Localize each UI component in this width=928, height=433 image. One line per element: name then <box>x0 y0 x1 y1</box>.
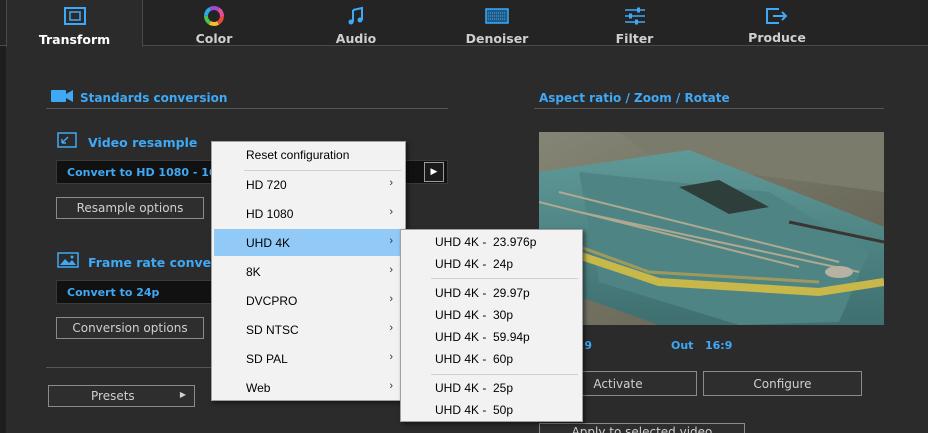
tab-label: Produce <box>748 30 806 45</box>
chevron-right-icon: › <box>389 380 393 392</box>
menu-item-web[interactable]: Web › <box>214 374 403 401</box>
configure-button[interactable]: Configure <box>703 371 862 396</box>
submenu-item-label: UHD 4K - 25p <box>435 381 514 395</box>
tab-label: Transform <box>38 32 111 47</box>
preset-context-menu: Reset configuration HD 720 › HD 1080 › U… <box>211 141 406 401</box>
out-aspect-value: 16:9 <box>705 339 733 352</box>
submenu-item[interactable]: UHD 4K - 50p <box>403 399 580 421</box>
sliders-icon <box>623 4 647 27</box>
frame-rate-select[interactable]: Convert to 24p <box>56 280 212 304</box>
chevron-right-icon: › <box>389 293 393 305</box>
submenu-item[interactable]: UHD 4K - 29.97p <box>403 282 580 304</box>
resize-icon <box>57 132 77 152</box>
chevron-right-icon: › <box>389 235 393 247</box>
menu-item-label: DVCPRO <box>246 293 298 308</box>
submenu-item-label: UHD 4K - 30p <box>435 308 514 322</box>
menu-item-label: 8K <box>246 264 261 279</box>
presets-label: Presets <box>91 389 135 403</box>
video-resample-arrow-button[interactable]: ▶ <box>424 162 444 182</box>
video-preview <box>539 132 884 325</box>
submenu-item[interactable]: UHD 4K - 30p <box>403 304 580 326</box>
tab-label: Denoiser <box>465 31 529 46</box>
video-resample-title: Video resample <box>88 135 198 150</box>
frame-rate-title: Frame rate conversio <box>88 255 212 270</box>
menu-item-hd1080[interactable]: HD 1080 › <box>214 200 403 227</box>
tab-transform[interactable]: Transform <box>6 0 143 47</box>
menu-item-reset-configuration[interactable]: Reset configuration <box>214 142 403 168</box>
submenu-item-label: UHD 4K - 60p <box>435 352 514 366</box>
menu-item-dvcpro[interactable]: DVCPRO › <box>214 287 403 314</box>
tab-filter[interactable]: Filter <box>567 0 702 46</box>
triangle-right-icon: ▶ <box>179 390 186 399</box>
tab-color[interactable]: Color <box>143 0 285 46</box>
uhd4k-submenu: UHD 4K - 23.976p UHD 4K - 24p UHD 4K - 2… <box>400 229 583 422</box>
music-note-icon <box>346 4 366 27</box>
presets-button[interactable]: Presets ▶ <box>48 385 195 407</box>
chevron-right-icon: › <box>389 177 393 189</box>
left-edge <box>0 0 6 433</box>
menu-item-8k[interactable]: 8K › <box>214 258 403 285</box>
camera-icon <box>50 88 74 108</box>
submenu-item[interactable]: UHD 4K - 59.94p <box>403 326 580 348</box>
aspect-ratio-title: Aspect ratio / Zoom / Rotate <box>539 91 730 105</box>
menu-item-label: SD NTSC <box>246 322 299 337</box>
submenu-item[interactable]: UHD 4K - 24p <box>403 253 580 275</box>
menu-item-label: HD 1080 <box>246 206 294 221</box>
triangle-right-icon: ▶ <box>430 167 438 177</box>
menu-item-sd-pal[interactable]: SD PAL › <box>214 345 403 372</box>
submenu-item-label: UHD 4K - 23.976p <box>435 235 537 249</box>
submenu-separator <box>431 278 578 279</box>
export-icon <box>765 4 789 28</box>
submenu-separator <box>431 374 578 375</box>
menu-item-label: Web <box>246 380 271 395</box>
chevron-right-icon: › <box>389 264 393 276</box>
tab-label: Audio <box>335 31 377 46</box>
menu-item-hd720[interactable]: HD 720 › <box>214 171 403 198</box>
submenu-item[interactable]: UHD 4K - 25p <box>403 377 580 399</box>
submenu-item[interactable]: UHD 4K - 23.976p <box>403 231 580 253</box>
tab-label: Filter <box>615 31 654 46</box>
menu-item-label: Reset configuration <box>246 148 350 162</box>
submenu-item[interactable]: UHD 4K - 60p <box>403 348 580 370</box>
divider <box>534 108 884 109</box>
image-icon <box>57 252 79 272</box>
menu-item-uhd4k[interactable]: UHD 4K › <box>214 229 403 256</box>
tab-audio[interactable]: Audio <box>285 0 427 46</box>
tab-produce[interactable]: Produce <box>702 0 852 46</box>
denoiser-icon <box>485 4 509 27</box>
resample-options-button[interactable]: Resample options <box>56 197 204 219</box>
tab-bar: Transform Color Audio Denoiser Filter Pr… <box>0 0 928 47</box>
conversion-options-button[interactable]: Conversion options <box>56 317 204 339</box>
tab-label: Color <box>195 31 233 46</box>
submenu-item-label: UHD 4K - 50p <box>435 403 514 417</box>
apply-selected-video-button[interactable]: Apply to selected video <box>539 423 745 433</box>
menu-item-sd-ntsc[interactable]: SD NTSC › <box>214 316 403 343</box>
menu-item-label: UHD 4K <box>246 235 291 250</box>
standards-conversion-title: Standards conversion <box>80 91 228 105</box>
out-label: Out <box>671 339 694 352</box>
chevron-right-icon: › <box>389 322 393 334</box>
transform-icon <box>63 4 87 28</box>
divider <box>46 108 448 109</box>
menu-item-label: HD 720 <box>246 177 287 192</box>
tab-denoiser[interactable]: Denoiser <box>427 0 567 46</box>
boat-preview-image <box>539 132 884 325</box>
submenu-item-label: UHD 4K - 59.94p <box>435 330 530 344</box>
submenu-item-label: UHD 4K - 29.97p <box>435 286 530 300</box>
chevron-right-icon: › <box>389 206 393 218</box>
color-wheel-icon <box>203 4 225 27</box>
chevron-right-icon: › <box>389 351 393 363</box>
menu-item-label: SD PAL <box>246 351 288 366</box>
submenu-item-label: UHD 4K - 24p <box>435 257 514 271</box>
